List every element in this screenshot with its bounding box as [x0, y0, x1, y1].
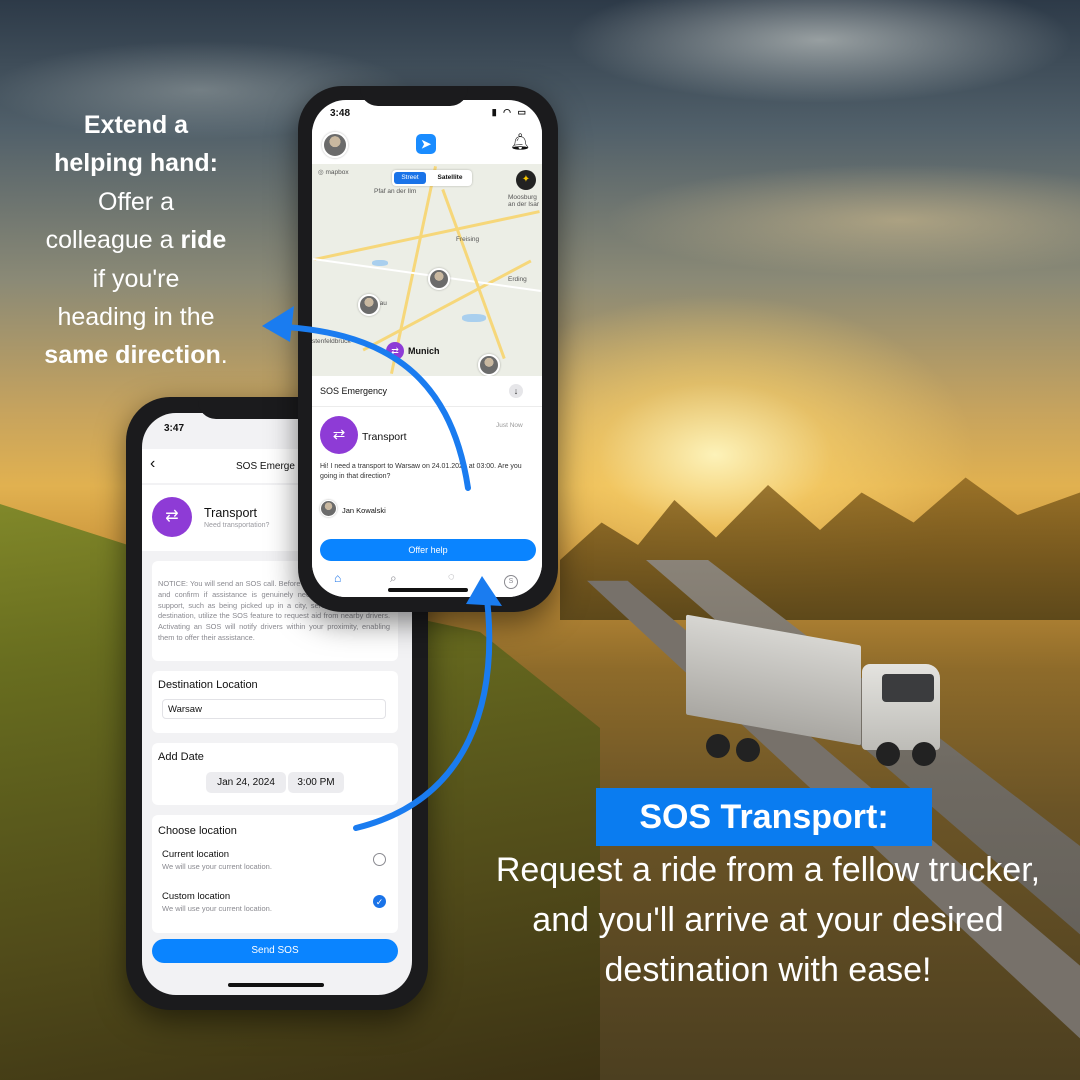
caption-line: helping hand:	[54, 149, 218, 178]
caption-line: .	[220, 341, 228, 370]
arrowhead-icon	[466, 576, 502, 606]
arrowhead-icon	[262, 306, 294, 342]
caption-line: Offer a	[98, 187, 174, 216]
caption-line: Extend a	[83, 111, 189, 139]
sos-title: SOS Transport:	[639, 798, 889, 836]
caption-bold: ride	[180, 226, 227, 255]
arrow-to-caption	[265, 323, 471, 491]
caption-bold: same direction	[44, 341, 221, 370]
caption-right: Request a ride from a fellow trucker, an…	[495, 851, 1041, 989]
caption-line: heading in the	[57, 303, 215, 332]
sos-title-box: SOS Transport:	[596, 788, 932, 846]
arrow-to-map-phone	[353, 587, 493, 831]
caption-left: Extend a helping hand: Offer a colleague…	[28, 106, 244, 375]
caption-line: if you're	[92, 264, 180, 293]
caption-line: colleague a	[45, 226, 174, 255]
